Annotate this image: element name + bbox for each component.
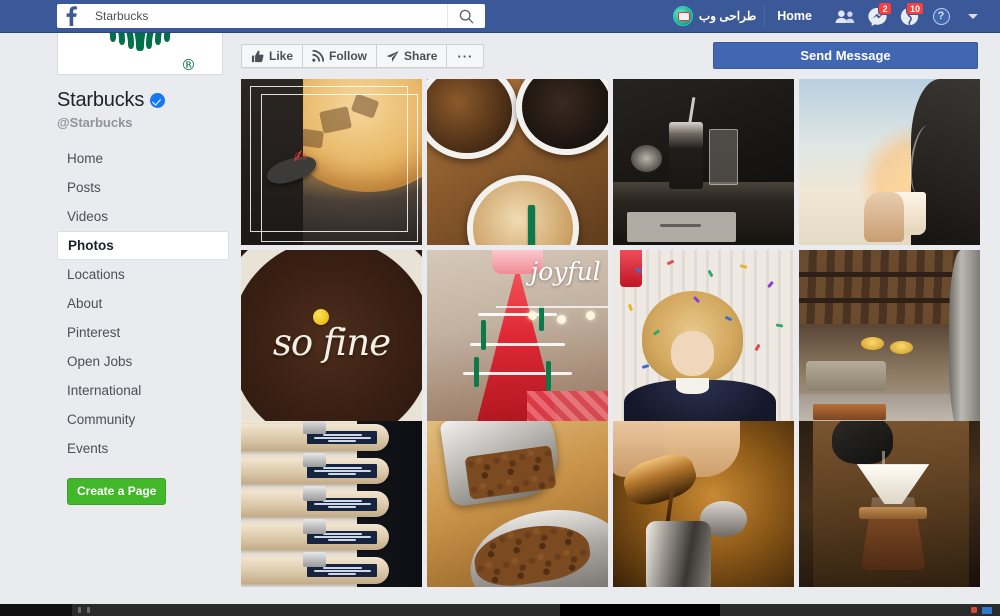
taskbar-tray <box>971 606 992 614</box>
sidebar-item-about[interactable]: About <box>57 289 229 318</box>
page-body: ® Starbucks @Starbucks Home Posts Videos… <box>0 33 1000 604</box>
photo-tile[interactable] <box>613 79 794 245</box>
photo-tile[interactable] <box>799 421 980 587</box>
photo-caption-joyful: joyful <box>530 257 601 287</box>
photo-tile[interactable] <box>799 79 980 245</box>
follow-label: Follow <box>329 49 368 63</box>
taskbar-window-group[interactable] <box>560 604 720 616</box>
create-page-button[interactable]: Create a Page <box>67 478 167 505</box>
account-menu-icon[interactable] <box>958 3 988 29</box>
verified-badge-icon <box>150 93 166 108</box>
photo-tile[interactable] <box>241 421 422 587</box>
sidebar-item-events[interactable]: Events <box>57 434 229 463</box>
share-label: Share <box>404 49 438 63</box>
more-options-button[interactable]: ··· <box>447 45 483 67</box>
sidebar-item-videos[interactable]: Videos <box>57 202 229 231</box>
facebook-top-navigation-bar: طراحی وب Home 2 <box>0 0 1000 33</box>
tray-icon[interactable] <box>971 607 977 613</box>
svg-text:®: ® <box>181 56 196 74</box>
sidebar-item-international[interactable]: International <box>57 376 229 405</box>
sidebar-nav-list: Home Posts Videos Photos Locations About… <box>57 144 229 463</box>
sidebar-item-posts[interactable]: Posts <box>57 173 229 202</box>
photo-tile[interactable] <box>799 250 980 435</box>
search-input[interactable] <box>85 5 447 27</box>
topbar-icon-group: 2 10 ? <box>830 2 988 29</box>
like-button[interactable]: Like <box>242 45 304 67</box>
start-button[interactable] <box>0 604 72 616</box>
sidebar-item-open-jobs[interactable]: Open Jobs <box>57 347 229 376</box>
photo-tile[interactable] <box>427 421 608 587</box>
notifications-badge: 10 <box>905 2 924 15</box>
sidebar-item-home[interactable]: Home <box>57 144 229 173</box>
taskbar-item[interactable] <box>87 607 90 613</box>
os-taskbar <box>0 604 1000 616</box>
help-glyph: ? <box>932 7 950 25</box>
sidebar-item-community[interactable]: Community <box>57 405 229 434</box>
page-sidebar: ® Starbucks @Starbucks Home Posts Videos… <box>57 33 229 604</box>
page-action-bar: Like Follow Share ··· Send Message <box>241 33 979 79</box>
facebook-logo-icon[interactable] <box>57 4 85 28</box>
messages-icon[interactable]: 2 <box>862 2 892 29</box>
photo-tile[interactable] <box>613 250 794 435</box>
profile-name-label: طراحی وب <box>698 9 757 23</box>
like-label: Like <box>269 49 294 63</box>
help-icon[interactable]: ? <box>926 3 956 29</box>
user-avatar <box>672 6 693 26</box>
follow-button[interactable]: Follow <box>303 45 378 67</box>
sidebar-item-pinterest[interactable]: Pinterest <box>57 318 229 347</box>
photo-tile[interactable] <box>427 79 608 245</box>
more-options-icon: ··· <box>457 48 474 64</box>
photo-grid: ✍ so fine joyful <box>241 79 980 587</box>
send-message-button[interactable]: Send Message <box>713 42 978 69</box>
messages-badge: 2 <box>878 2 892 15</box>
photo-tile[interactable]: so fine <box>241 250 422 435</box>
page-title: Starbucks <box>57 89 145 111</box>
search-icon[interactable] <box>447 4 485 28</box>
topbar-right-cluster: طراحی وب Home 2 10 ? <box>665 0 988 33</box>
sidebar-item-photos[interactable]: Photos <box>57 231 229 260</box>
tray-icon[interactable] <box>982 606 992 614</box>
notifications-icon[interactable]: 10 <box>894 2 924 29</box>
photo-caption-so-fine: so fine <box>272 320 391 364</box>
page-content: Like Follow Share ··· Send Message ✍ so … <box>241 33 980 604</box>
profile-shortcut[interactable]: طراحی وب <box>665 4 766 28</box>
photo-tile[interactable]: joyful <box>427 250 608 435</box>
page-action-button-group: Like Follow Share ··· <box>241 44 485 68</box>
home-link[interactable]: Home <box>765 9 824 23</box>
photo-tile[interactable]: ✍ <box>241 79 422 245</box>
page-handle: @Starbucks <box>57 115 133 130</box>
photo-tile[interactable] <box>613 421 794 587</box>
taskbar-item[interactable] <box>78 607 81 613</box>
sidebar-item-locations[interactable]: Locations <box>57 260 229 289</box>
friend-requests-icon[interactable] <box>830 3 860 29</box>
page-profile-picture[interactable]: ® <box>57 33 223 75</box>
search-bar[interactable] <box>85 4 485 28</box>
chevron-down-icon <box>968 13 978 19</box>
share-button[interactable]: Share <box>377 45 448 67</box>
page-title-row: Starbucks <box>57 89 229 112</box>
